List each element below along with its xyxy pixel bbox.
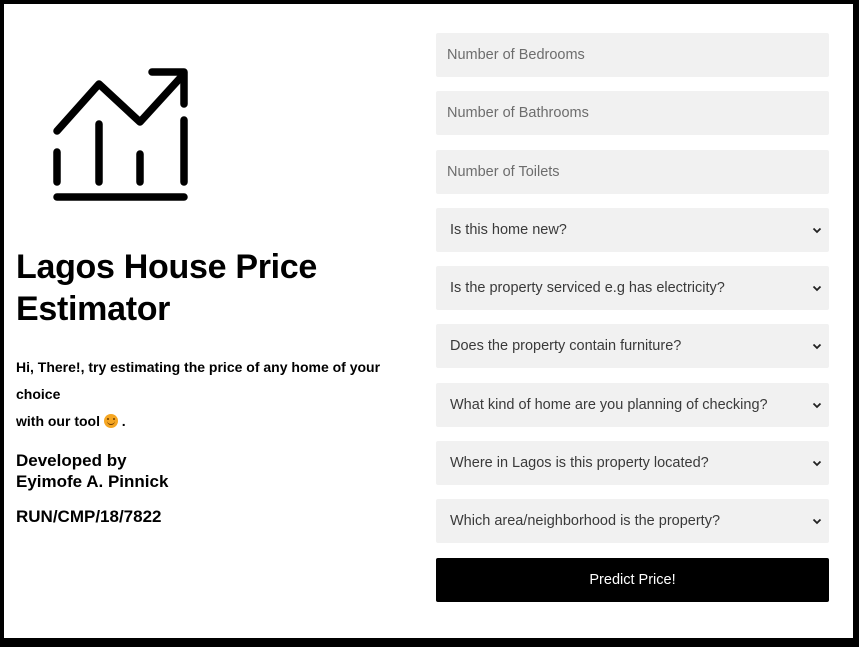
chevron-down-icon: [812, 344, 822, 350]
chevron-down-icon: [812, 286, 822, 292]
intro-panel: Lagos House Price Estimator Hi, There!, …: [4, 4, 424, 638]
intro-line-1: Hi, There!, try estimating the price of …: [16, 359, 381, 402]
page-title: Lagos House Price Estimator: [16, 246, 416, 330]
chevron-down-icon: [812, 402, 822, 409]
developed-by-label: Developed by: [16, 451, 127, 470]
home-type-select[interactable]: What kind of home are you planning of ch…: [436, 382, 829, 427]
serviced-select[interactable]: Is the property serviced e.g has electri…: [436, 266, 829, 311]
toilets-input[interactable]: [436, 149, 829, 194]
select-label: Is this home new?: [450, 221, 567, 238]
select-label: Where in Lagos is this property located?: [450, 455, 709, 472]
select-label: What kind of home are you planning of ch…: [450, 396, 768, 413]
select-label: Does the property contain furniture?: [450, 338, 682, 355]
bathrooms-input[interactable]: [436, 91, 829, 136]
intro-line-2: with our tool: [16, 413, 100, 429]
trending-up-chart-icon: [53, 68, 188, 201]
select-label: Which area/neighborhood is the property?: [450, 513, 721, 530]
title-line-1: Lagos House Price: [16, 248, 317, 286]
bedrooms-input[interactable]: [436, 33, 829, 77]
price-estimator-form: Is this home new? Is the property servic…: [436, 33, 829, 602]
author-name: Eyimofe A. Pinnick: [16, 472, 169, 491]
intro-text: Hi, There!, try estimating the price of …: [16, 354, 416, 435]
furnished-select[interactable]: Does the property contain furniture?: [436, 324, 829, 369]
is-new-select[interactable]: Is this home new?: [436, 207, 829, 252]
intro-end: .: [121, 413, 126, 429]
title-line-2: Estimator: [16, 290, 171, 328]
location-select[interactable]: Where in Lagos is this property located?: [436, 441, 829, 486]
chevron-down-icon: [812, 227, 822, 234]
neighborhood-select[interactable]: Which area/neighborhood is the property?: [436, 499, 829, 544]
predict-price-button[interactable]: Predict Price!: [436, 557, 829, 602]
chevron-down-icon: [812, 460, 822, 467]
chevron-down-icon: [812, 519, 822, 525]
registration-number: RUN/CMP/18/7822: [16, 507, 162, 526]
developer-credit: Developed by Eyimofe A. Pinnick: [16, 450, 416, 492]
smiling-face-icon: [103, 414, 118, 428]
select-label: Is the property serviced e.g has electri…: [450, 280, 725, 297]
app-frame: Lagos House Price Estimator Hi, There!, …: [0, 0, 859, 647]
